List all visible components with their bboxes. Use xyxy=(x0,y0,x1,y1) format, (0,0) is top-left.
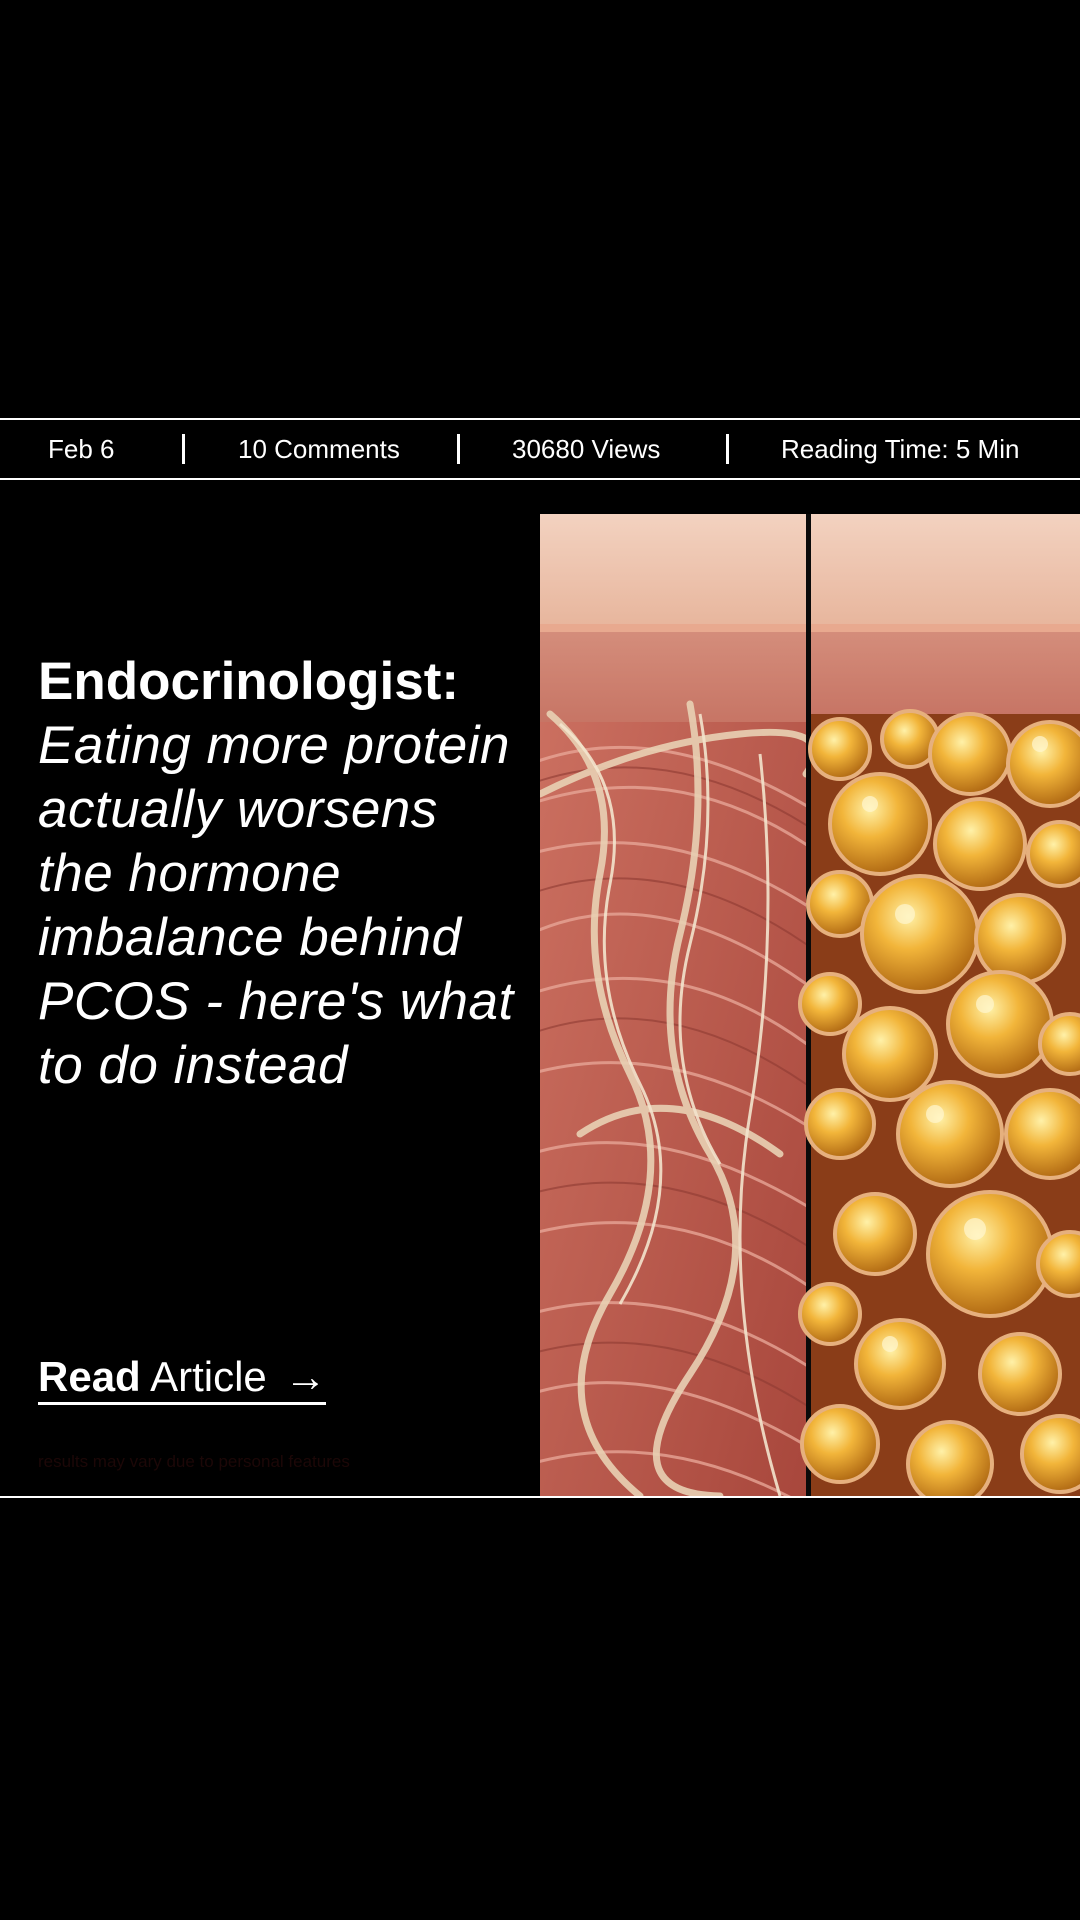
read-article-label-strong: Read xyxy=(38,1353,141,1400)
muscle-tissue-panel xyxy=(540,514,821,1496)
publish-date: Feb 6 xyxy=(48,434,115,464)
views-count: 30680 Views xyxy=(512,434,661,464)
reading-time: Reading Time: 5 Min xyxy=(781,434,1020,464)
meta-divider xyxy=(182,434,185,464)
tissue-comparison-image[interactable] xyxy=(540,514,1080,1496)
meta-divider xyxy=(457,434,460,464)
arrow-right-icon: → xyxy=(284,1353,327,1400)
meta-divider xyxy=(726,434,729,464)
article-headline[interactable]: Endocrinologist: Eating more protein act… xyxy=(38,650,518,1098)
disclaimer-text: results may vary due to personal feature… xyxy=(38,1452,350,1471)
article-hero: Endocrinologist: Eating more protein act… xyxy=(0,480,1080,1498)
read-article-link[interactable]: Read Article → xyxy=(38,1352,327,1405)
read-article-label: Article xyxy=(150,1353,267,1400)
headline-text: Eating more protein actually worsens the… xyxy=(38,716,514,1095)
comments-count[interactable]: 10 Comments xyxy=(238,420,400,478)
headline-author-label: Endocrinologist: xyxy=(38,652,460,711)
fat-tissue-panel xyxy=(798,514,1080,1496)
article-meta-bar: Feb 6 10 Comments 30680 Views Reading Ti… xyxy=(0,418,1080,480)
